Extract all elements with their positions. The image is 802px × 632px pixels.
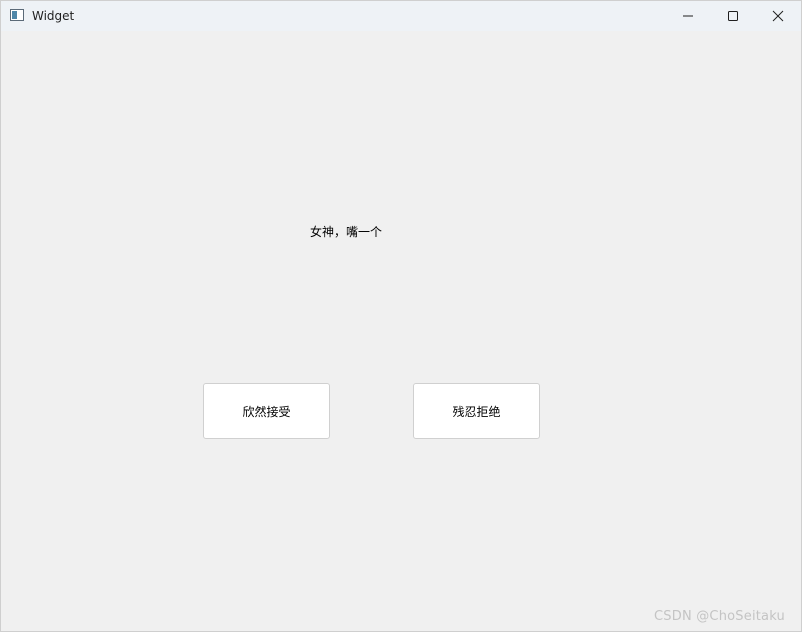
- accept-button[interactable]: 欣然接受: [203, 383, 330, 439]
- app-window: Widget 女神，嘴一个 欣然接受 残忍拒绝 CSDN @ChoSeitaku: [0, 0, 802, 632]
- maximize-icon: [728, 11, 738, 21]
- app-icon: [10, 9, 24, 21]
- close-icon: [772, 10, 784, 22]
- client-area: 女神，嘴一个 欣然接受 残忍拒绝 CSDN @ChoSeitaku: [1, 31, 801, 631]
- reject-button[interactable]: 残忍拒绝: [413, 383, 540, 439]
- accept-button-label: 欣然接受: [242, 404, 291, 419]
- reject-button-label: 残忍拒绝: [452, 404, 501, 419]
- maximize-button[interactable]: [710, 1, 756, 31]
- minimize-icon: [683, 15, 693, 17]
- title-bar[interactable]: Widget: [1, 1, 801, 31]
- watermark: CSDN @ChoSeitaku: [654, 609, 785, 624]
- close-button[interactable]: [755, 1, 801, 31]
- window-title: Widget: [32, 9, 75, 23]
- message-label: 女神，嘴一个: [310, 225, 383, 239]
- minimize-button[interactable]: [665, 1, 711, 31]
